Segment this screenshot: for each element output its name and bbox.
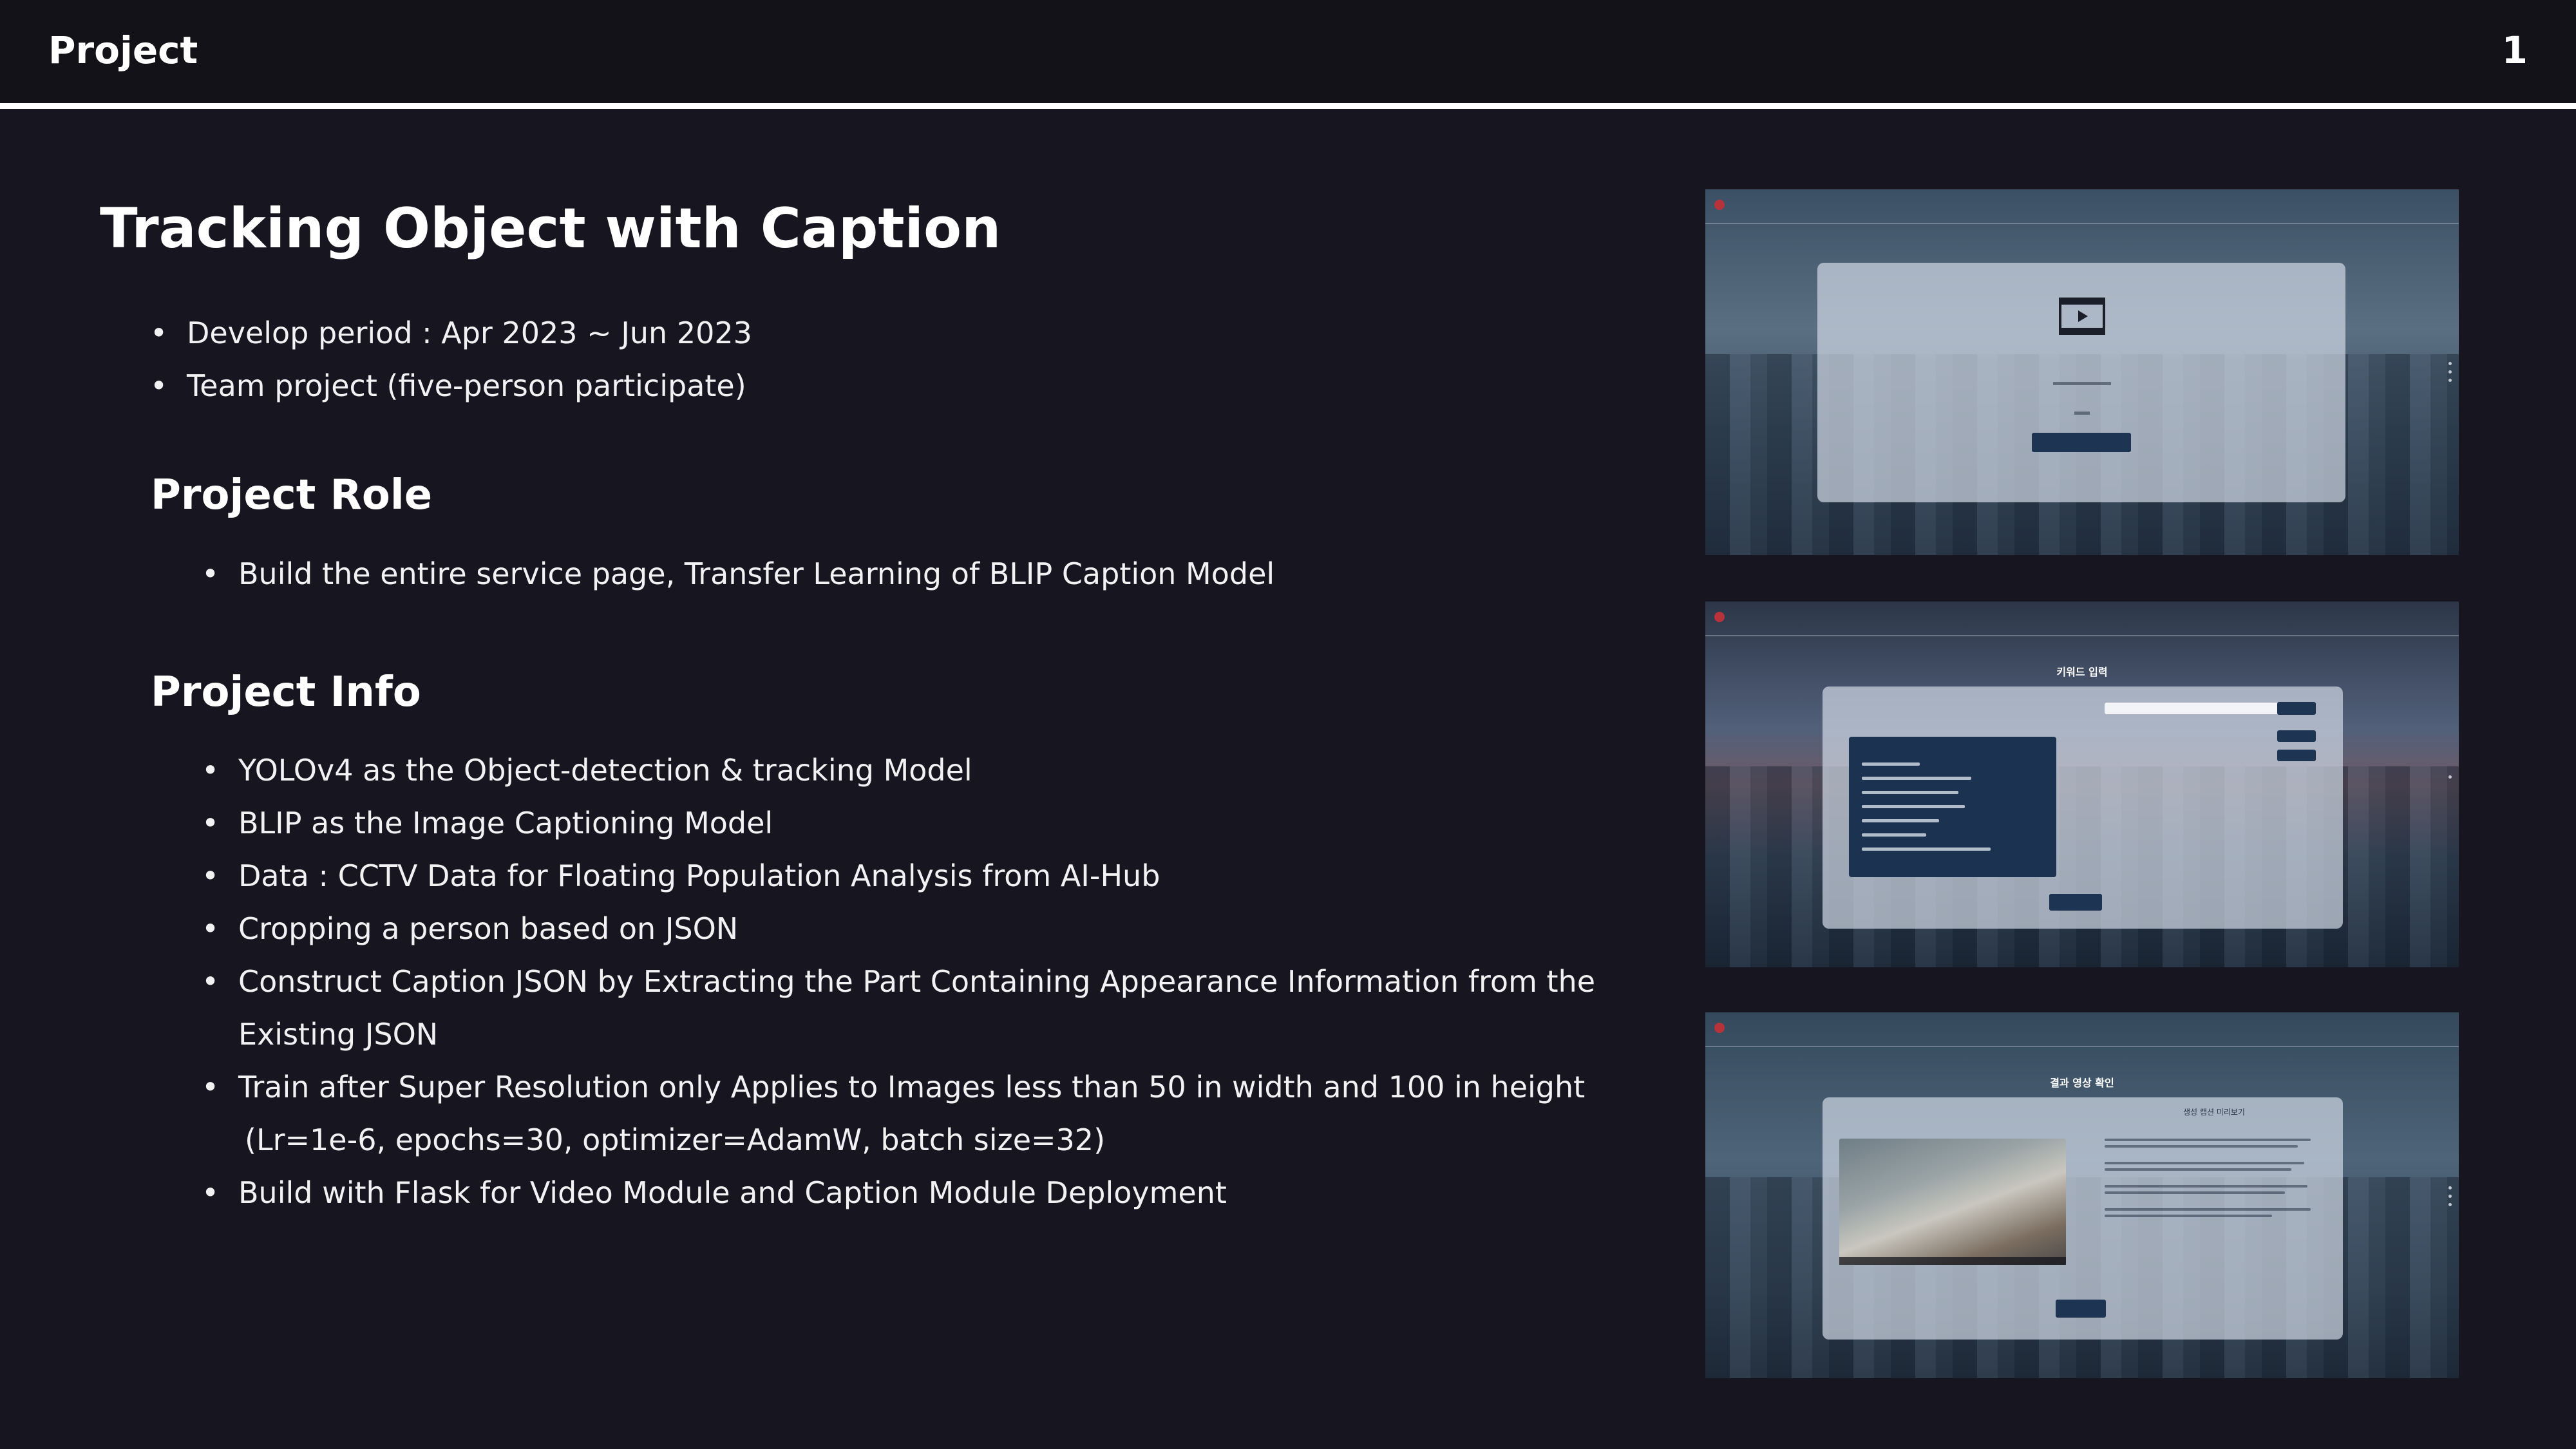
role-item: Build the entire service page, Transfer …	[202, 547, 1274, 600]
info-item-caption-json-cont: Existing JSON	[238, 1017, 439, 1052]
caption-line	[2105, 1145, 2298, 1148]
delete-keyword-button[interactable]	[2277, 730, 2316, 742]
caption-line	[2105, 1215, 2272, 1217]
role-list: Build the entire service page, Transfer …	[202, 547, 1274, 600]
screenshot-upload-page	[1705, 189, 2459, 555]
result-video-player[interactable]	[1839, 1139, 2066, 1265]
overview-item-team: Team project (five-person participate)	[150, 359, 752, 412]
notice-line	[1862, 777, 1971, 780]
info-list: YOLOv4 as the Object-detection & trackin…	[202, 744, 1595, 1219]
thumb-logo	[1714, 612, 1725, 622]
caption-line	[2105, 1139, 2311, 1141]
header-divider	[0, 103, 2576, 109]
info-item-cropping: Cropping a person based on JSON	[202, 902, 1595, 955]
section-title: Project	[48, 28, 198, 72]
overview-item-period: Develop period : Apr 2023 ~ Jun 2023	[150, 307, 752, 359]
video-controls[interactable]	[1839, 1257, 2066, 1265]
page-number: 1	[2501, 28, 2528, 72]
logo-badge-icon	[1714, 612, 1725, 622]
add-keyword-button[interactable]	[2277, 702, 2316, 715]
info-item-blip: BLIP as the Image Captioning Model	[202, 797, 1595, 849]
notice-line	[1862, 762, 1920, 766]
overview-list: Develop period : Apr 2023 ~ Jun 2023 Tea…	[150, 307, 752, 412]
keyword-input[interactable]	[2105, 703, 2278, 714]
screenshot-keyword-page: 키워드 입력	[1705, 601, 2459, 967]
thumb-nav-line	[1705, 1046, 2459, 1047]
info-item-hyperparams: (Lr=1e-6, epochs=30, optimizer=AdamW, ba…	[245, 1122, 1106, 1157]
info-heading: Project Info	[151, 668, 421, 716]
keyword-notice-box	[1849, 737, 2056, 877]
keyword-page-title: 키워드 입력	[2056, 666, 2108, 678]
submit-keyword-button[interactable]	[2049, 894, 2102, 911]
logo-badge-icon	[1714, 1023, 1725, 1033]
upload-subhint	[1705, 408, 2459, 415]
caption-preview-title: 생성 캡션 미리보기	[2183, 1108, 2245, 1117]
delete-keyword-button-2[interactable]	[2277, 750, 2316, 761]
upload-hint	[1705, 379, 2459, 385]
notice-line	[1862, 833, 1926, 837]
page-dots	[2448, 1186, 2452, 1211]
info-item-yolo: YOLOv4 as the Object-detection & trackin…	[202, 744, 1595, 797]
download-button[interactable]	[2056, 1300, 2106, 1318]
result-page-title: 결과 영상 확인	[2050, 1077, 2114, 1089]
upload-button[interactable]	[2032, 433, 2131, 452]
caption-line	[2105, 1191, 2285, 1194]
caption-line	[2105, 1168, 2291, 1171]
slide-header: Project 1	[0, 0, 2576, 106]
info-item-flask: Build with Flask for Video Module and Ca…	[202, 1166, 1595, 1219]
page-dots	[2448, 775, 2452, 784]
caption-line	[2105, 1162, 2304, 1164]
logo-badge-icon	[1714, 200, 1725, 210]
thumb-nav-line	[1705, 635, 2459, 636]
notice-line	[1862, 805, 1965, 808]
caption-line	[2105, 1185, 2307, 1188]
project-title: Tracking Object with Caption	[100, 196, 1001, 261]
info-item-caption-json: Construct Caption JSON by Extracting the…	[202, 955, 1595, 1008]
info-item-data: Data : CCTV Data for Floating Population…	[202, 849, 1595, 902]
info-item-super-resolution: Train after Super Resolution only Applie…	[202, 1061, 1595, 1113]
page-dots	[2448, 362, 2452, 387]
role-heading: Project Role	[151, 471, 433, 519]
thumb-nav-line	[1705, 223, 2459, 224]
thumb-logo	[1714, 200, 1725, 210]
caption-line	[2105, 1208, 2311, 1211]
notice-line	[1862, 848, 1991, 851]
film-play-icon	[2059, 298, 2105, 335]
notice-line	[1862, 819, 1939, 822]
screenshot-result-page: 결과 영상 확인 생성 캡션 미리보기	[1705, 1012, 2459, 1378]
notice-line	[1862, 791, 1958, 794]
thumb-logo	[1714, 1023, 1725, 1033]
